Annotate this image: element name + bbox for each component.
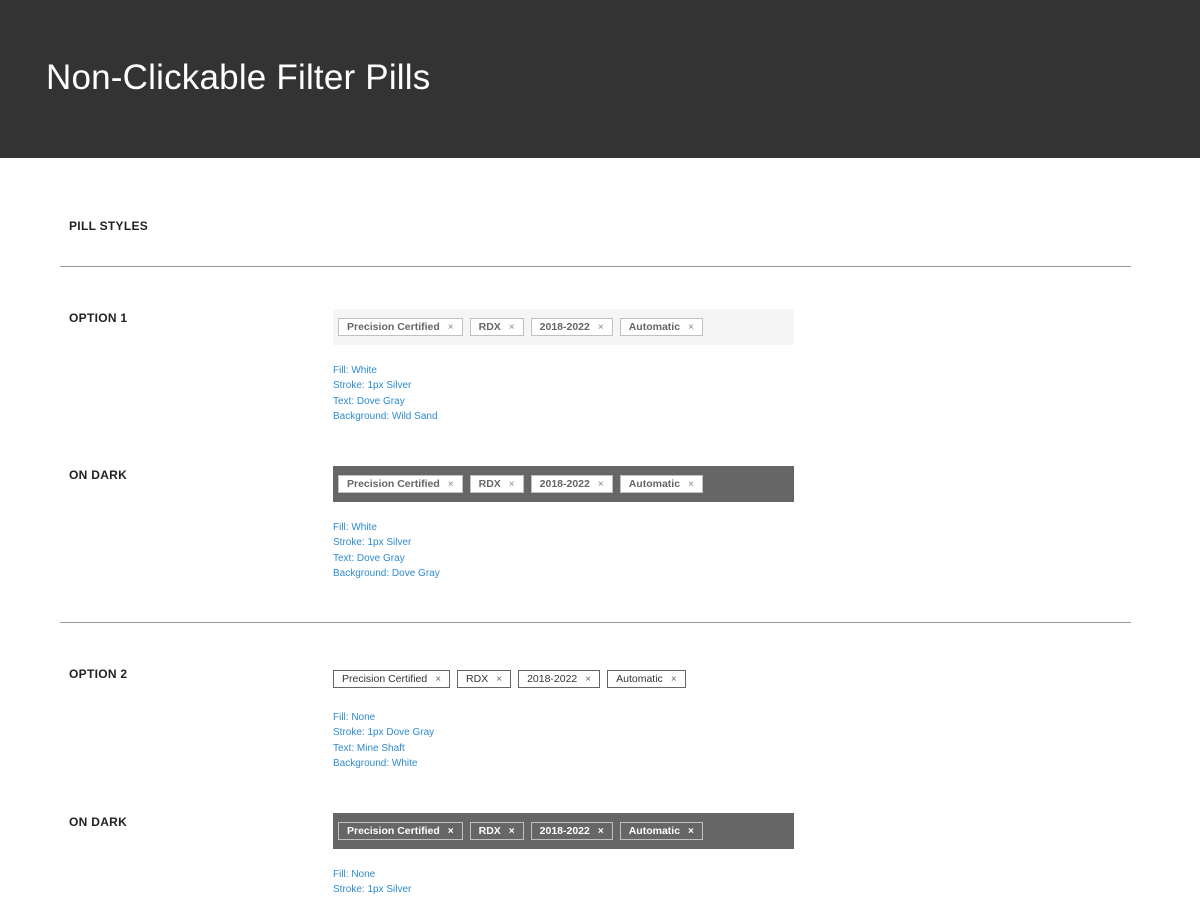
filter-pill: Automatic × xyxy=(619,822,703,840)
spec-line: Fill: White xyxy=(333,365,377,376)
spec-line: Fill: None xyxy=(333,869,376,880)
spec-line: Text: Dove Gray xyxy=(333,395,405,407)
pill-label: RDX xyxy=(466,673,489,685)
filter-pill: Precision Certified × xyxy=(338,822,463,840)
spec-line: Fill: None xyxy=(333,712,376,723)
spec-line: Stroke: 1px Silver xyxy=(333,884,412,896)
spec-line: Fill: White xyxy=(333,522,377,533)
close-icon: × xyxy=(597,321,604,333)
spec-line: Text: Mine Shaft xyxy=(333,742,405,754)
spec-line: Background: Wild Sand xyxy=(333,411,438,423)
filter-pill: Precision Certified × xyxy=(338,318,463,336)
filter-pill: RDX × xyxy=(469,475,524,493)
option2-pill-bar: Precision Certified × RDX × 2018-2022 × Aut… xyxy=(333,661,794,697)
section-title: PILL STYLES xyxy=(69,219,149,233)
pill-label: Automatic xyxy=(628,478,681,490)
close-icon: × xyxy=(447,478,454,490)
close-icon: × xyxy=(508,825,515,837)
filter-pill: RDX × xyxy=(469,822,524,840)
option2-specs: Fill: None Stroke: 1px Dove Gray Text: M… xyxy=(333,710,434,772)
option1-dark-specs: Fill: White Stroke: 1px Silver Text: Dov… xyxy=(333,520,440,582)
pill-label: Precision Certified xyxy=(347,321,440,333)
pill-label: 2018-2022 xyxy=(527,673,578,685)
option1-pill-bar: Precision Certified × RDX × 2018-2022 × Aut… xyxy=(333,309,794,345)
pill-label: Precision Certified xyxy=(347,825,440,837)
filter-pill: Automatic × xyxy=(619,475,703,493)
divider xyxy=(60,266,1131,267)
pill-label: RDX xyxy=(478,321,501,333)
pill-label: Precision Certified xyxy=(347,478,440,490)
close-icon: × xyxy=(585,673,592,685)
close-icon: × xyxy=(447,825,454,837)
filter-pill: Precision Certified × xyxy=(333,670,451,688)
pill-label: Automatic xyxy=(616,673,663,685)
close-icon: × xyxy=(508,478,515,490)
close-icon: × xyxy=(688,321,694,333)
divider xyxy=(60,622,1131,623)
close-icon: × xyxy=(447,321,454,333)
close-icon: × xyxy=(670,673,677,685)
pill-label: 2018-2022 xyxy=(539,825,590,837)
spec-line: Stroke: 1px Silver xyxy=(333,380,412,392)
option2-dark-pill-bar: Precision Certified × RDX × 2018-2022 × Aut… xyxy=(333,813,794,849)
pill-label: Automatic xyxy=(628,825,681,837)
spec-line: Text: Dove Gray xyxy=(333,552,405,564)
filter-pill: RDX × xyxy=(469,318,524,336)
spec-line: Background: White xyxy=(333,758,418,770)
option1-specs: Fill: White Stroke: 1px Silver Text: Dov… xyxy=(333,363,438,425)
close-icon: × xyxy=(688,478,694,490)
option1-label: OPTION 1 xyxy=(69,311,128,325)
pill-label: Automatic xyxy=(628,321,681,333)
pill-label: RDX xyxy=(478,825,501,837)
close-icon: × xyxy=(508,321,515,333)
spec-line: Stroke: 1px Silver xyxy=(333,537,412,549)
spec-line: Background: Dove Gray xyxy=(333,568,440,580)
option1-dark-label: ON DARK xyxy=(69,468,128,482)
pill-label: 2018-2022 xyxy=(539,321,590,333)
close-icon: × xyxy=(597,478,604,490)
close-icon: × xyxy=(688,825,694,837)
pill-label: 2018-2022 xyxy=(539,478,590,490)
filter-pill: 2018-2022 × xyxy=(530,475,613,493)
close-icon: × xyxy=(435,673,442,685)
filter-pill: 2018-2022 × xyxy=(530,822,613,840)
close-icon: × xyxy=(496,673,503,685)
spec-line: Stroke: 1px Dove Gray xyxy=(333,727,435,739)
filter-pill: Precision Certified × xyxy=(338,475,463,493)
close-icon: × xyxy=(597,825,604,837)
page-title: Non-Clickable Filter Pills xyxy=(46,58,431,97)
page-header: Non-Clickable Filter Pills xyxy=(0,0,1200,158)
option2-label: OPTION 2 xyxy=(69,667,128,681)
filter-pill: 2018-2022 × xyxy=(530,318,613,336)
filter-pill: Automatic × xyxy=(607,670,686,688)
filter-pill: 2018-2022 × xyxy=(518,670,601,688)
option2-dark-label: ON DARK xyxy=(69,815,128,829)
option2-dark-specs: Fill: None Stroke: 1px Silver xyxy=(333,867,411,898)
option1-dark-pill-bar: Precision Certified × RDX × 2018-2022 × Aut… xyxy=(333,466,794,502)
pill-label: RDX xyxy=(478,478,501,490)
pill-label: Precision Certified xyxy=(342,673,428,685)
filter-pill: RDX × xyxy=(457,670,512,688)
filter-pill: Automatic × xyxy=(619,318,703,336)
